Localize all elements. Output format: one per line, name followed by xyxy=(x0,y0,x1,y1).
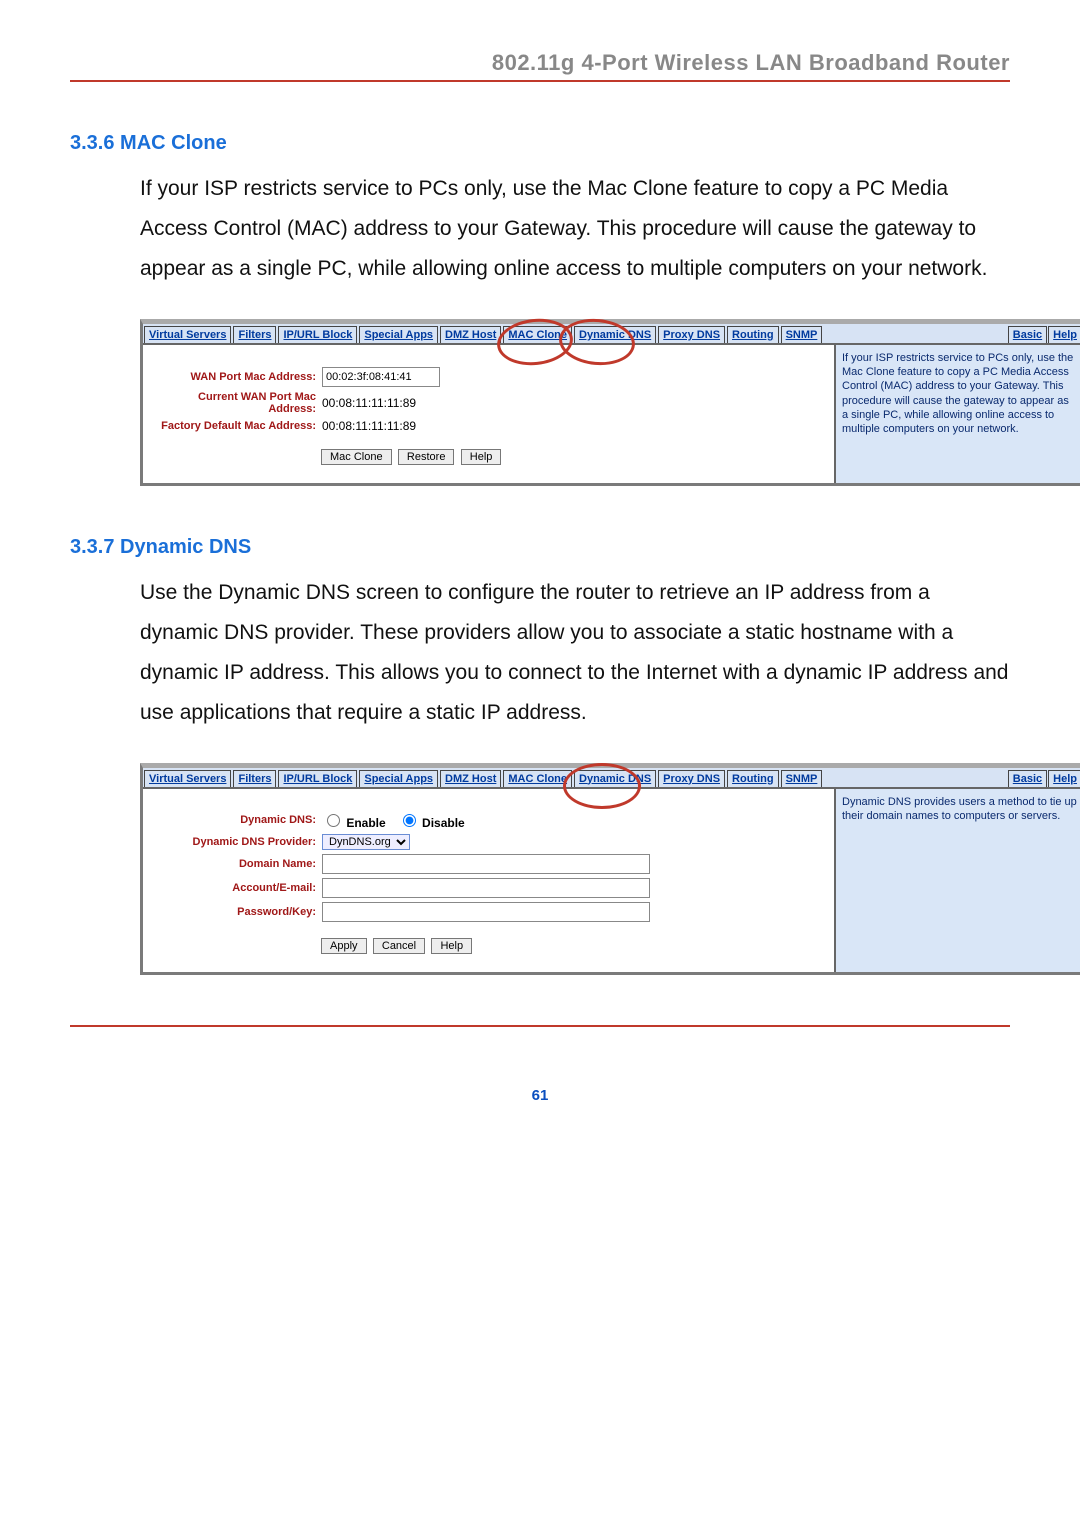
tab-dynamic-dns-2[interactable]: Dynamic DNS xyxy=(574,770,656,787)
footer-rule xyxy=(70,1025,1010,1027)
section-title-dynamic-dns: 3.3.7 Dynamic DNS xyxy=(70,536,1010,559)
tab-basic-2[interactable]: Basic xyxy=(1008,770,1047,787)
tab-mac-clone-2[interactable]: MAC Clone xyxy=(503,770,572,787)
help-button[interactable]: Help xyxy=(461,449,502,465)
mac-clone-help-panel: If your ISP restricts service to PCs onl… xyxy=(834,345,1080,483)
tab-proxy-dns-2[interactable]: Proxy DNS xyxy=(658,770,725,787)
mac-clone-form: WAN Port Mac Address: Current WAN Port M… xyxy=(143,345,834,483)
page-number: 61 xyxy=(70,1087,1010,1104)
help-button-2[interactable]: Help xyxy=(431,938,472,954)
tab-snmp[interactable]: SNMP xyxy=(781,326,823,343)
tab-routing[interactable]: Routing xyxy=(727,326,779,343)
tab-ip-url-block-2[interactable]: IP/URL Block xyxy=(278,770,357,787)
section-body-mac-clone: If your ISP restricts service to PCs onl… xyxy=(140,169,1010,289)
screenshot-mac-clone: Virtual Servers Filters IP/URL Block Spe… xyxy=(140,319,1010,486)
tab-dmz-host-2[interactable]: DMZ Host xyxy=(440,770,501,787)
ddns-provider-select[interactable]: DynDNS.org xyxy=(322,834,410,850)
tab-ip-url-block[interactable]: IP/URL Block xyxy=(278,326,357,343)
ddns-account-label: Account/E-mail: xyxy=(151,882,322,894)
mac-clone-button[interactable]: Mac Clone xyxy=(321,449,392,465)
cancel-button[interactable]: Cancel xyxy=(373,938,425,954)
tab-virtual-servers[interactable]: Virtual Servers xyxy=(144,326,231,343)
ddns-help-panel: Dynamic DNS provides users a method to t… xyxy=(834,789,1080,972)
factory-mac-label: Factory Default Mac Address: xyxy=(151,420,322,432)
ddns-enable-option[interactable]: Enable xyxy=(322,811,386,830)
ddns-domain-input[interactable] xyxy=(322,854,650,874)
factory-mac-value: 00:08:11:11:11:89 xyxy=(322,419,416,433)
tab-snmp-2[interactable]: SNMP xyxy=(781,770,823,787)
tab-proxy-dns[interactable]: Proxy DNS xyxy=(658,326,725,343)
apply-button[interactable]: Apply xyxy=(321,938,367,954)
section-body-dynamic-dns: Use the Dynamic DNS screen to configure … xyxy=(140,573,1010,733)
tab-row: Virtual Servers Filters IP/URL Block Spe… xyxy=(143,324,1080,345)
ddns-account-input[interactable] xyxy=(322,878,650,898)
ddns-provider-label: Dynamic DNS Provider: xyxy=(151,836,322,848)
ddns-domain-label: Domain Name: xyxy=(151,858,322,870)
ddns-disable-option[interactable]: Disable xyxy=(398,811,465,830)
ddns-password-input[interactable] xyxy=(322,902,650,922)
ddns-disable-radio[interactable] xyxy=(403,814,416,827)
tab-special-apps[interactable]: Special Apps xyxy=(359,326,438,343)
tab-help[interactable]: Help xyxy=(1048,326,1080,343)
tab-basic[interactable]: Basic xyxy=(1008,326,1047,343)
screenshot-dynamic-dns: Virtual Servers Filters IP/URL Block Spe… xyxy=(140,763,1010,975)
ddns-form: Dynamic DNS: Enable Disable Dynamic DNS … xyxy=(143,789,834,972)
tab-mac-clone[interactable]: MAC Clone xyxy=(503,326,572,343)
restore-button[interactable]: Restore xyxy=(398,449,455,465)
ddns-password-label: Password/Key: xyxy=(151,906,322,918)
tab-filters[interactable]: Filters xyxy=(233,326,276,343)
tab-row-2: Virtual Servers Filters IP/URL Block Spe… xyxy=(143,768,1080,789)
ddns-enable-label: Dynamic DNS: xyxy=(151,814,322,826)
wan-mac-input[interactable] xyxy=(322,367,440,387)
wan-mac-label: WAN Port Mac Address: xyxy=(151,371,322,383)
tab-special-apps-2[interactable]: Special Apps xyxy=(359,770,438,787)
tab-virtual-servers-2[interactable]: Virtual Servers xyxy=(144,770,231,787)
ddns-enable-radio[interactable] xyxy=(327,814,340,827)
tab-dmz-host[interactable]: DMZ Host xyxy=(440,326,501,343)
tab-filters-2[interactable]: Filters xyxy=(233,770,276,787)
page-header-bar: 802.11g 4-Port Wireless LAN Broadband Ro… xyxy=(70,50,1010,82)
page-header-text: 802.11g 4-Port Wireless LAN Broadband Ro… xyxy=(70,50,1010,76)
tab-routing-2[interactable]: Routing xyxy=(727,770,779,787)
tab-dynamic-dns[interactable]: Dynamic DNS xyxy=(574,326,656,343)
section-title-mac-clone: 3.3.6 MAC Clone xyxy=(70,132,1010,155)
current-wan-mac-value: 00:08:11:11:11:89 xyxy=(322,396,416,410)
tab-help-2[interactable]: Help xyxy=(1048,770,1080,787)
current-wan-mac-label: Current WAN Port Mac Address: xyxy=(151,391,322,415)
